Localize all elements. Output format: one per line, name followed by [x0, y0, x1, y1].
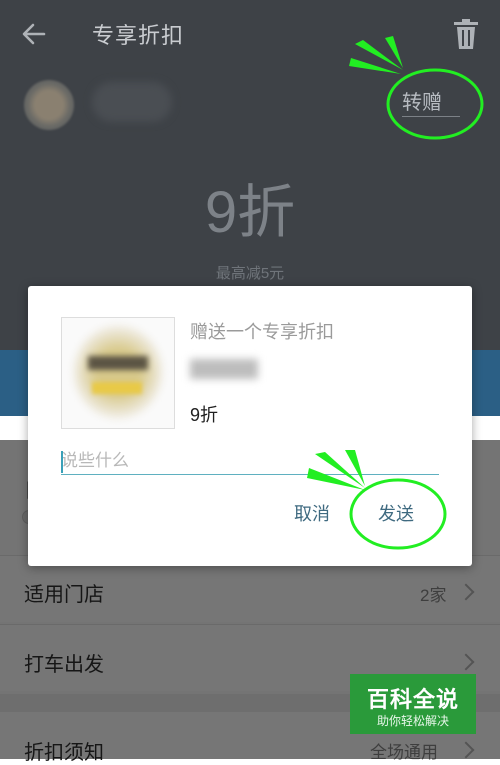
watermark-title: 百科全说 [366, 687, 459, 712]
trash-icon[interactable] [452, 18, 480, 50]
chevron-right-icon [457, 741, 475, 759]
page-title: 专享折扣 [92, 23, 185, 48]
shop-name-blurred [190, 359, 258, 379]
row-label: 折扣须知 [24, 742, 104, 764]
watermark-logo: 百科全说 助你轻松解决 [350, 674, 476, 734]
coupon-thumbnail [61, 317, 175, 429]
chevron-right-icon [457, 653, 475, 671]
use-button-edge-left [0, 350, 28, 416]
text-caret [61, 451, 63, 473]
arrow-left-icon[interactable] [20, 20, 48, 48]
max-save-text: 最高减5元 [215, 265, 285, 282]
use-button-edge-right [472, 350, 500, 416]
chevron-right-icon [457, 583, 475, 601]
row-value: 全场通用 [370, 743, 438, 762]
row-label: 适用门店 [24, 584, 104, 606]
transfer-underline [402, 116, 460, 117]
transfer-button[interactable]: 转赠 [402, 86, 442, 115]
row-label: 打车出发 [24, 654, 104, 676]
gift-dialog: 赠送一个专享折扣 9折 取消 发送 [28, 286, 472, 566]
shop-name-blurred [92, 82, 172, 122]
dialog-title: 赠送一个专享折扣 [190, 322, 334, 342]
coupon-detail-page: 专享折扣 转赠 9折 最高减5元 日 适用门店 2家 打车出发 折扣须知 全场通… [0, 0, 500, 764]
top-bar: 专享折扣 [0, 0, 500, 64]
discount-value: 9折 [204, 180, 296, 245]
cancel-button[interactable]: 取消 [294, 500, 330, 526]
dialog-discount: 9折 [190, 405, 219, 425]
send-button[interactable]: 发送 [378, 500, 414, 526]
message-input[interactable] [61, 448, 439, 475]
watermark-subtitle: 助你轻松解决 [376, 714, 449, 728]
shop-logo [24, 80, 74, 130]
row-value: 2家 [420, 586, 447, 605]
